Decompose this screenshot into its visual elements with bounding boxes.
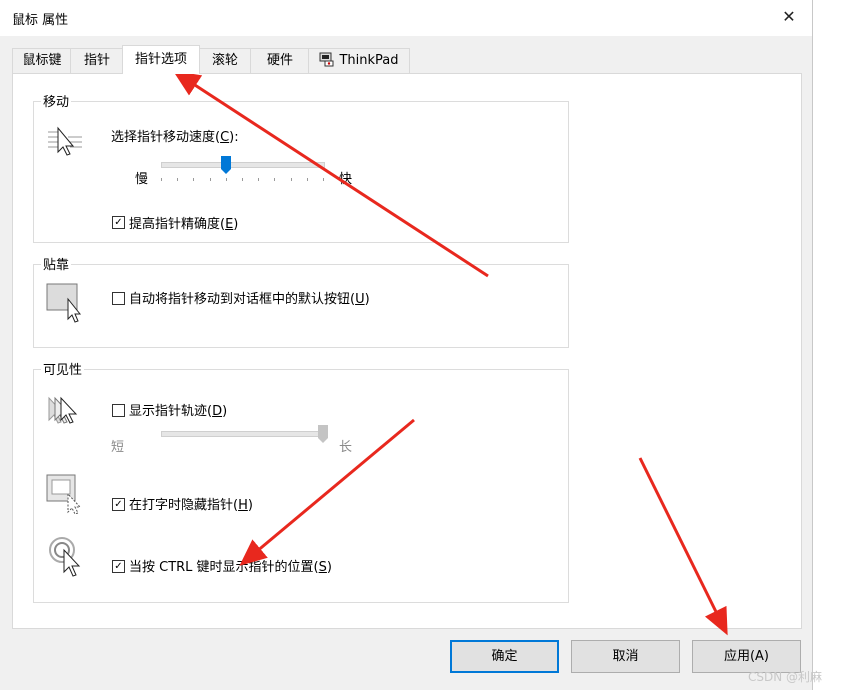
cancel-button[interactable]: 取消 [571, 640, 680, 673]
trails-label: 显示指针轨迹(D) [129, 400, 227, 419]
tab-label: 指针 [83, 53, 110, 68]
ctrl-locate-label: 当按 CTRL 键时显示指针的位置(S) [129, 556, 332, 575]
precision-label-text: 提高指针精确度( [129, 217, 226, 232]
speed-label: 选择指针移动速度(C): [111, 126, 239, 145]
snap-accesskey: U [355, 292, 365, 307]
slider-tick [161, 178, 162, 181]
close-button[interactable]: ✕ [766, 0, 812, 34]
pointer-speed-icon [48, 126, 82, 156]
slider-tick [225, 178, 227, 181]
mouse-properties-dialog: 鼠标 属性 ✕ 鼠标键 指针 指针选项 滚轮 硬件 ThinkPad 移动 选择… [0, 0, 813, 690]
pointer-trails-icon [48, 396, 78, 424]
pointer-options-panel: 移动 选择指针移动速度(C): 慢 快 ✓ 提高指针精确度(E) 贴靠 自动将指… [12, 73, 802, 629]
precision-label-suffix: ) [233, 217, 239, 232]
trails-label-text: 显示指针轨迹( [129, 404, 213, 419]
tab-thinkpad[interactable]: ThinkPad [308, 48, 410, 73]
slow-label: 慢 [135, 172, 149, 187]
hide-label-text: 在打字时隐藏指针( [129, 498, 239, 513]
trails-accesskey: D [212, 404, 223, 419]
speed-slider-thumb[interactable] [220, 156, 231, 174]
ctrl-label-text: 当按 CTRL 键时显示指针的位置( [129, 560, 319, 575]
short-label: 短 [111, 440, 125, 455]
snap-label: 自动将指针移动到对话框中的默认按钮(U) [129, 288, 370, 307]
ok-button[interactable]: 确定 [450, 640, 559, 673]
slider-tick [274, 178, 276, 181]
ctrl-label-suffix: ) [326, 560, 332, 575]
hide-while-typing-label: 在打字时隐藏指针(H) [129, 494, 253, 513]
hide-while-typing-checkbox[interactable]: ✓ [112, 498, 125, 511]
slider-tick [193, 178, 195, 181]
window-title: 鼠标 属性 [12, 13, 69, 28]
slider-tick [242, 178, 243, 181]
tab-pointer-options[interactable]: 指针选项 [122, 45, 200, 74]
snap-label-suffix: ) [364, 292, 370, 307]
slider-tick [306, 178, 308, 181]
thinkpad-icon [319, 51, 335, 67]
slider-tick [258, 178, 260, 181]
precision-checkbox[interactable]: ✓ [112, 216, 125, 229]
hide-accesskey: H [238, 498, 248, 513]
tab-hardware[interactable]: 硬件 [250, 48, 310, 73]
tab-label: 硬件 [266, 53, 293, 68]
checkmark-icon: ✓ [114, 217, 123, 228]
tab-wheel[interactable]: 滚轮 [198, 48, 252, 73]
tab-label: 指针选项 [134, 52, 187, 67]
tab-label: ThinkPad [339, 53, 399, 68]
title-bar: 鼠标 属性 ✕ [0, 0, 812, 36]
slider-tick [323, 178, 324, 181]
slider-tick [209, 178, 211, 181]
ctrl-accesskey: S [318, 560, 327, 575]
speed-accesskey: C [220, 130, 230, 145]
slider-tick [177, 178, 179, 181]
trails-label-suffix: ) [222, 404, 228, 419]
slider-tick [290, 178, 292, 181]
snap-checkbox[interactable] [112, 292, 125, 305]
snap-to-group-label: 贴靠 [41, 254, 72, 273]
visibility-group: 可见性 显示指针轨迹(D) 短 长 ✓ 在打字时隐藏指针(H) ✓ 当按 CTR… [33, 359, 569, 603]
speed-slider-track[interactable] [161, 162, 325, 168]
hide-label-suffix: ) [247, 498, 253, 513]
snap-label-text: 自动将指针移动到对话框中的默认按钮( [129, 292, 356, 307]
visibility-group-label: 可见性 [41, 359, 85, 378]
long-label: 长 [339, 440, 353, 455]
tab-label: 鼠标键 [22, 53, 62, 68]
speed-label-suffix: ): [229, 130, 239, 145]
tab-pointers[interactable]: 指针 [70, 48, 124, 73]
tab-label: 滚轮 [211, 53, 238, 68]
snap-to-button-icon [46, 283, 82, 323]
checkmark-icon: ✓ [114, 561, 123, 572]
ctrl-locate-checkbox[interactable]: ✓ [112, 560, 125, 573]
trails-slider-track [161, 431, 325, 437]
motion-group: 移动 选择指针移动速度(C): 慢 快 ✓ 提高指针精确度(E) [33, 91, 569, 243]
tab-buttons[interactable]: 鼠标键 [12, 48, 72, 73]
speed-label-text: 选择指针移动速度( [111, 130, 221, 145]
checkmark-icon: ✓ [114, 499, 123, 510]
hide-while-typing-icon [46, 474, 82, 514]
watermark: CSDN @利麻 [748, 670, 823, 684]
snap-to-group: 贴靠 自动将指针移动到对话框中的默认按钮(U) [33, 254, 569, 348]
precision-label: 提高指针精确度(E) [129, 213, 238, 232]
ctrl-locate-icon [49, 537, 81, 577]
motion-group-label: 移动 [41, 91, 72, 110]
trails-checkbox[interactable] [112, 404, 125, 417]
fast-label: 快 [339, 172, 353, 187]
trails-slider-thumb [318, 425, 328, 443]
